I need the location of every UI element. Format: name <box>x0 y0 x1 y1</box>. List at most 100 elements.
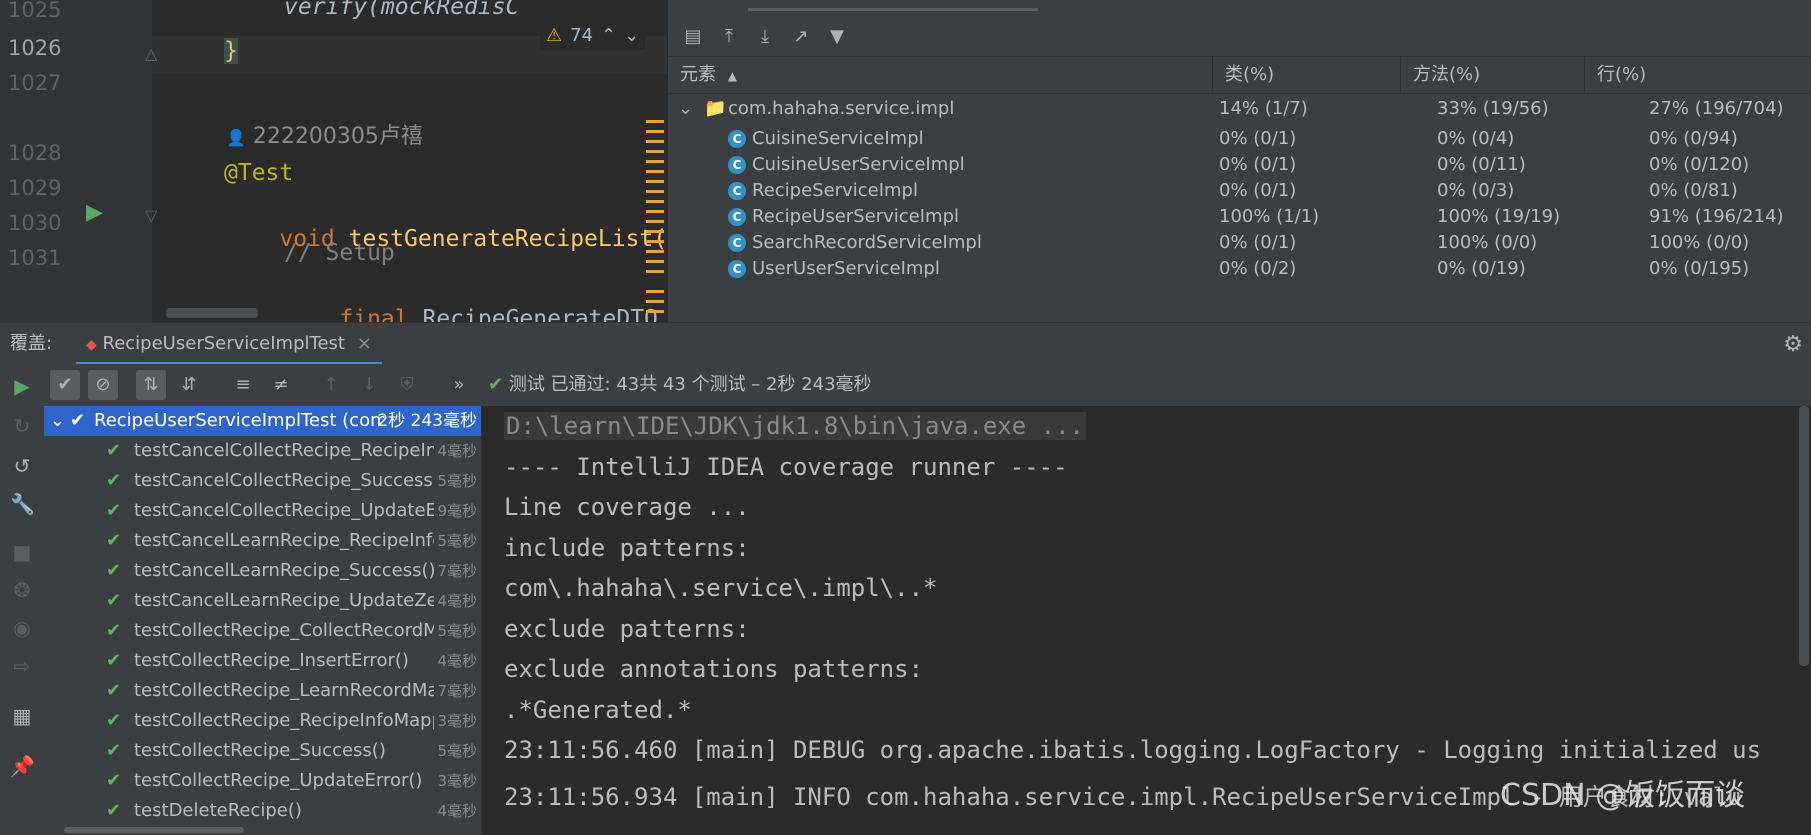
check-icon: ✔ <box>106 710 122 731</box>
test-row[interactable]: ✔ testCancelLearnRecipe_RecipeInfoI 5毫秒 <box>44 526 481 556</box>
class-icon: C <box>728 234 746 252</box>
code-editor[interactable]: 1025 1026 1027 1028 1029 1030 1031 ▶ △ ▽… <box>0 0 667 322</box>
check-icon: ✔ <box>106 620 122 641</box>
error-stripe[interactable] <box>646 118 666 318</box>
filter-icon[interactable]: ▼ <box>826 25 848 47</box>
check-icon: ✔ <box>488 374 504 395</box>
shield-icon[interactable]: ⛨ <box>392 370 422 400</box>
check-icon: ✔ <box>106 740 122 761</box>
test-row[interactable]: ✔ testCollectRecipe_Success() 5毫秒 <box>44 736 481 766</box>
test-row[interactable]: ✔ testCollectRecipe_CollectRecordMa 5毫秒 <box>44 616 481 646</box>
console-line: exclude patterns: <box>504 614 750 643</box>
package-row[interactable]: ⌄ 📁 com.hahaha.service.impl 14% (1/7) 33… <box>668 94 1811 124</box>
code-line: } <box>224 38 238 64</box>
console-line: Line coverage ... <box>504 493 750 521</box>
test-runner-toolbar: ✔ ⊘ ⇅ ⇵ ≡ ≠ ↑ ↓ ⛨ » ✔ 测试 已通过: 43共 43 个测试… <box>44 364 1811 406</box>
bug-icon[interactable]: ❂ <box>10 578 34 602</box>
test-row[interactable]: ✔ testCancelLearnRecipe_Success() 7毫秒 <box>44 556 481 586</box>
export-up-icon[interactable]: ⤒ <box>718 25 740 47</box>
wrench-icon[interactable]: 🔧 <box>10 492 35 516</box>
class-icon: C <box>728 130 746 148</box>
console-line: .*Generated.* <box>504 695 692 724</box>
test-row[interactable]: ✔ testCancelCollectRecipe_UpdateErr 9毫秒 <box>44 496 481 526</box>
column-header-class[interactable]: 类(%) <box>1213 57 1401 93</box>
navigate-icon[interactable]: ↗ <box>790 25 812 47</box>
import-icon[interactable]: ⇨ <box>10 654 34 678</box>
test-row[interactable]: ✔ testCollectRecipe_RecipeInfoMapp 3毫秒 <box>44 706 481 736</box>
gear-icon[interactable]: ⚙ <box>1783 332 1803 357</box>
package-folder-icon: 📁 <box>704 98 727 119</box>
warning-icon: ⚠ <box>546 24 563 46</box>
column-header-method[interactable]: 方法(%) <box>1401 57 1585 93</box>
run-side-toolbar: ▶ ↻ ↺ 🔧 ■ ❂ ◉ ⇨ ▦ 📌 <box>0 364 45 835</box>
test-row[interactable]: ✔ testCancelCollectRecipe_RecipeInfo 4毫秒 <box>44 436 481 466</box>
column-header-element[interactable]: 元素 ▲ <box>668 57 1213 93</box>
console-line: exclude annotations patterns: <box>504 655 924 683</box>
column-header-line[interactable]: 行(%) <box>1585 57 1811 93</box>
console-line: include patterns: <box>504 533 750 562</box>
test-row[interactable]: ✔ testCollectRecipe_UpdateError() 3毫秒 <box>44 766 481 796</box>
test-row[interactable]: ✔ testCancelCollectRecipe_Success() 5毫秒 <box>44 466 481 496</box>
tab-run-config[interactable]: ◆ RecipeUserServiceImplTest × <box>76 323 382 365</box>
line-number: 1026 <box>8 36 62 60</box>
check-icon: ✔ <box>106 500 122 521</box>
code-line: verify(mockRedisC <box>284 0 520 20</box>
pin-icon[interactable]: 📌 <box>10 754 35 778</box>
line-number: 1030 <box>8 211 62 235</box>
horizontal-scrollbar[interactable] <box>166 308 258 318</box>
run-test-gutter-icon[interactable]: ▶ <box>86 200 103 225</box>
test-row[interactable]: ✔ testCollectRecipe_InsertError() 4毫秒 <box>44 646 481 676</box>
check-icon: ✔ <box>106 680 122 701</box>
show-passed-icon[interactable]: ✔ <box>50 370 80 400</box>
rerun-icon[interactable]: ▶ <box>10 374 34 398</box>
coverage-panel: ▤ ⤒ ⤓ ↗ ▼ 元素 ▲ 类(%) 方法(%) 行(%) ⌄ 📁 com.h… <box>667 0 1811 322</box>
coverage-row[interactable]: C UserUserServiceImpl 0% (0/2) 0% (0/19) 0% … <box>668 254 1811 284</box>
tree-horizontal-scrollbar[interactable] <box>44 825 481 835</box>
test-tree[interactable]: ⌄ ✔ RecipeUserServiceImplTest (com 2秒 24… <box>44 406 482 835</box>
check-icon: ✔ <box>70 410 86 431</box>
class-icon: C <box>728 260 746 278</box>
previous-failed-icon[interactable]: ↑ <box>316 370 346 400</box>
expand-all-icon[interactable]: ≡ <box>228 370 258 400</box>
chevron-down-icon[interactable]: ⌄ <box>678 94 693 124</box>
next-failed-icon[interactable]: ↓ <box>354 370 384 400</box>
stop-icon[interactable]: ■ <box>10 540 34 564</box>
camera-icon[interactable]: ◉ <box>10 616 34 640</box>
check-icon: ✔ <box>106 590 122 611</box>
test-row[interactable]: ✔ testCancelLearnRecipe_UpdateZero 4毫秒 <box>44 586 481 616</box>
fold-icon[interactable]: ▽ <box>145 206 157 225</box>
tool-window-label: 覆盖: <box>10 333 53 354</box>
console-line: ---- IntelliJ IDEA coverage runner ---- <box>504 452 1068 481</box>
collapse-all-icon[interactable]: ≠ <box>266 370 296 400</box>
sort-alpha-icon[interactable]: ⇅ <box>136 370 166 400</box>
more-icon[interactable]: » <box>444 370 474 400</box>
chevron-up-icon[interactable]: ⌃ <box>601 25 616 46</box>
line-number: 1028 <box>8 141 62 165</box>
console-vertical-scrollbar[interactable] <box>1799 406 1809 666</box>
check-icon: ✔ <box>106 530 122 551</box>
rerun-failed-icon[interactable]: ↻ <box>10 414 34 438</box>
class-icon: C <box>728 156 746 174</box>
line-number: 1029 <box>8 176 62 200</box>
sort-asc-icon: ▲ <box>727 69 737 83</box>
layout-icon[interactable]: ▦ <box>10 704 34 728</box>
inspection-widget[interactable]: ⚠ 74 ⌃ ⌄ <box>540 20 646 50</box>
test-root-row[interactable]: ⌄ ✔ RecipeUserServiceImplTest (com 2秒 24… <box>44 406 481 436</box>
sort-duration-icon[interactable]: ⇵ <box>174 370 204 400</box>
test-status: ✔ 测试 已通过: 43共 43 个测试 – 2秒 243毫秒 <box>488 374 872 395</box>
test-row[interactable]: ✔ testDeleteRecipe() 4毫秒 <box>44 796 481 826</box>
flatten-packages-icon[interactable]: ▤ <box>682 25 704 47</box>
fold-icon[interactable]: △ <box>145 44 157 63</box>
code-line: final RecipeGenerateDTO <box>339 306 658 322</box>
test-config-icon: ◆ <box>86 337 97 353</box>
show-ignored-icon[interactable]: ⊘ <box>88 370 118 400</box>
panel-tab-strip <box>748 8 1038 11</box>
close-icon[interactable]: × <box>357 333 372 354</box>
export-down-icon[interactable]: ⤓ <box>754 25 776 47</box>
chevron-down-icon[interactable]: ⌄ <box>50 406 65 436</box>
line-number: 1031 <box>8 246 62 270</box>
test-row[interactable]: ✔ testCollectRecipe_LearnRecordMap 7毫秒 <box>44 676 481 706</box>
check-icon: ✔ <box>106 560 122 581</box>
toggle-auto-test-icon[interactable]: ↺ <box>10 454 34 478</box>
chevron-down-icon[interactable]: ⌄ <box>624 25 639 46</box>
